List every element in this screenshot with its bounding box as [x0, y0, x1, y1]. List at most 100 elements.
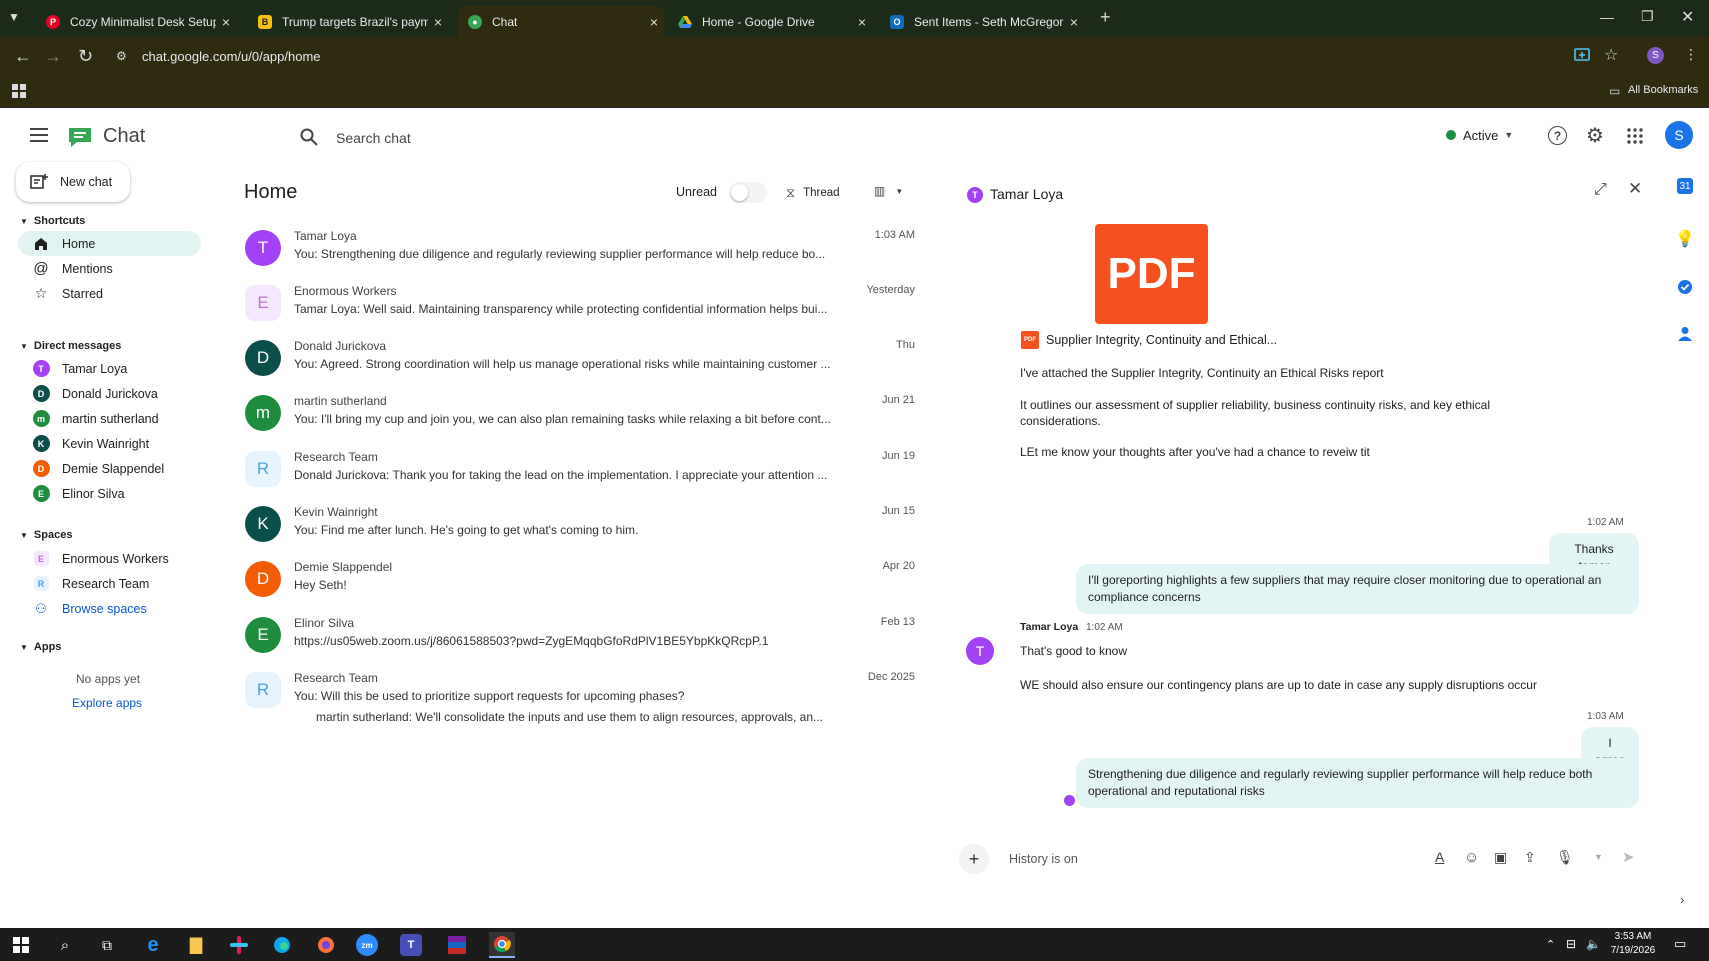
search-icon[interactable]: ⌕ — [52, 932, 78, 958]
account-avatar[interactable]: S — [1665, 121, 1693, 149]
expand-icon[interactable]: ⤢ — [1594, 181, 1607, 199]
network-icon[interactable]: ⊟ — [1566, 937, 1576, 951]
apps-header[interactable]: ▼ Apps — [20, 641, 61, 653]
direct-messages-header[interactable]: ▼ Direct messages — [20, 340, 121, 352]
sidebar-space-research-team[interactable]: R Research Team — [18, 571, 201, 596]
windows-start-icon[interactable] — [8, 932, 34, 958]
profile-avatar[interactable]: S — [1647, 47, 1664, 64]
main-menu-icon[interactable] — [30, 128, 48, 142]
task-view-icon[interactable]: ⧉ — [94, 932, 120, 958]
volume-icon[interactable]: 🔈 — [1586, 937, 1601, 951]
conversation-row[interactable]: K Kevin Wainright You: Find me after lun… — [240, 497, 920, 552]
browse-spaces-link[interactable]: ⚇ Browse spaces — [18, 596, 201, 621]
slack-icon[interactable] — [226, 932, 252, 958]
forward-icon[interactable]: → — [44, 46, 62, 67]
emoji-icon[interactable]: ☺ — [1464, 849, 1479, 866]
sidebar-dm-elinor-silva[interactable]: E Elinor Silva — [18, 481, 201, 506]
tab-search-icon[interactable]: ▼ — [8, 10, 20, 24]
browser-menu-icon[interactable]: ⋮ — [1684, 46, 1698, 63]
clock[interactable]: 3:53 AM 7/19/2026 — [1609, 930, 1657, 958]
search-icon[interactable] — [300, 128, 318, 146]
conversation-row[interactable]: D Demie Slappendel Hey Seth! Apr 20 — [240, 552, 920, 607]
close-window-icon[interactable]: ✕ — [1681, 7, 1694, 27]
close-tab-icon[interactable]: × — [428, 14, 448, 30]
site-info-icon[interactable]: ⚙ — [116, 49, 127, 63]
conversation-title[interactable]: Tamar Loya — [990, 186, 1063, 202]
format-text-icon[interactable]: A — [1435, 849, 1444, 865]
bookmark-star-icon[interactable]: ☆ — [1604, 45, 1618, 65]
shortcuts-header[interactable]: ▼ Shortcuts — [20, 215, 85, 227]
chrome-icon[interactable] — [489, 932, 515, 958]
contacts-icon[interactable] — [1674, 323, 1696, 345]
gif-icon[interactable]: ▣ — [1494, 849, 1507, 866]
internet-explorer-icon[interactable]: e — [140, 932, 166, 958]
message-composer[interactable]: History is on — [1009, 852, 1078, 866]
sidebar-space-enormous-workers[interactable]: E Enormous Workers — [18, 546, 201, 571]
browser-tab[interactable]: O Sent Items - Seth McGregor - C × — [880, 6, 1084, 37]
minimize-icon[interactable]: — — [1600, 9, 1614, 25]
tasks-icon[interactable] — [1674, 276, 1696, 298]
help-icon[interactable]: ? — [1548, 126, 1567, 145]
sidebar-dm-demie-slappendel[interactable]: D Demie Slappendel — [18, 456, 201, 481]
pdf-thumbnail[interactable]: PDF — [1095, 224, 1208, 324]
file-explorer-icon[interactable]: ▇ — [183, 932, 209, 958]
google-apps-icon[interactable] — [1627, 128, 1643, 144]
unread-toggle[interactable] — [729, 182, 767, 203]
chevron-down-icon[interactable]: ▼ — [1594, 852, 1603, 862]
reload-icon[interactable]: ↻ — [78, 46, 93, 67]
calendar-icon[interactable]: 31 — [1677, 178, 1693, 194]
conversation-row[interactable]: R Research Team You: Will this be used t… — [240, 663, 920, 738]
back-icon[interactable]: ← — [14, 46, 32, 67]
close-tab-icon[interactable]: × — [216, 14, 236, 30]
attachment-chip[interactable]: PDF Supplier Integrity, Continuity and E… — [1021, 331, 1277, 349]
close-tab-icon[interactable]: × — [1064, 14, 1084, 30]
view-layout-button[interactable]: ▥ ▼ — [874, 184, 903, 198]
tray-chevron-icon[interactable]: ⌃ — [1546, 938, 1555, 951]
add-attachment-button[interactable]: + — [959, 844, 989, 874]
close-tab-icon[interactable]: × — [644, 14, 664, 30]
conversation-row[interactable]: D Donald Jurickova You: Agreed. Strong c… — [240, 331, 920, 386]
browser-tab[interactable]: Home - Google Drive × — [668, 6, 872, 37]
sidebar-dm-tamar-loya[interactable]: T Tamar Loya — [18, 356, 201, 381]
cast-icon[interactable] — [1574, 47, 1590, 63]
all-bookmarks-link[interactable]: All Bookmarks — [1628, 84, 1698, 96]
settings-gear-icon[interactable]: ⚙ — [1586, 123, 1604, 148]
search-input[interactable]: Search chat — [336, 130, 411, 146]
sidebar-item-mentions[interactable]: @ Mentions — [18, 256, 201, 281]
conversation-row[interactable]: m martin sutherland You: I'll bring my c… — [240, 386, 920, 441]
conversation-row[interactable]: E Elinor Silva https://us05web.zoom.us/j… — [240, 608, 920, 663]
url-field[interactable]: chat.google.com/u/0/app/home — [142, 49, 321, 64]
conversation-row[interactable]: R Research Team Donald Jurickova: Thank … — [240, 442, 920, 497]
send-icon[interactable]: ➤ — [1622, 848, 1635, 866]
close-tab-icon[interactable]: × — [852, 14, 872, 30]
edge-icon[interactable] — [269, 932, 295, 958]
browser-tab[interactable]: B Trump targets Brazil's payment × — [248, 6, 448, 37]
restore-icon[interactable]: ❐ — [1641, 8, 1654, 25]
browser-tab[interactable]: P Cozy Minimalist Desk Setup Id × — [36, 6, 236, 37]
chevron-right-icon[interactable]: › — [1680, 892, 1684, 907]
winrar-icon[interactable] — [444, 932, 470, 958]
notifications-icon[interactable]: ▭ — [1674, 936, 1686, 952]
thread-filter-button[interactable]: ⧖ Thread — [786, 185, 876, 201]
sidebar-item-home[interactable]: Home — [18, 231, 201, 256]
sidebar-dm-kevin-wainright[interactable]: K Kevin Wainright — [18, 431, 201, 456]
new-chat-button[interactable]: New chat — [16, 162, 130, 202]
sidebar-item-starred[interactable]: ☆ Starred — [18, 281, 201, 306]
close-icon[interactable]: ✕ — [1628, 179, 1642, 199]
conversation-row[interactable]: T Tamar Loya You: Strengthening due dili… — [240, 221, 920, 276]
sidebar-dm-martin-sutherland[interactable]: m martin sutherland — [18, 406, 201, 431]
firefox-icon[interactable] — [313, 932, 339, 958]
teams-icon[interactable]: T — [400, 934, 422, 956]
zoom-icon[interactable]: zm — [356, 934, 378, 956]
status-selector[interactable]: Active ▼ — [1446, 123, 1513, 147]
apps-grid-icon[interactable] — [12, 84, 26, 98]
conversation-row[interactable]: E Enormous Workers Tamar Loya: Well said… — [240, 276, 920, 331]
spaces-header[interactable]: ▼ Spaces — [20, 529, 72, 541]
explore-apps-link[interactable]: Explore apps — [72, 696, 142, 710]
browser-tab-active[interactable]: ● Chat × — [458, 6, 664, 37]
upload-icon[interactable]: ⇪ — [1524, 849, 1536, 866]
microphone-icon[interactable]: 🎙 — [1556, 849, 1574, 866]
keep-icon[interactable]: 💡 — [1674, 228, 1696, 250]
sidebar-dm-donald-jurickova[interactable]: D Donald Jurickova — [18, 381, 201, 406]
new-tab-icon[interactable]: + — [1100, 7, 1111, 28]
